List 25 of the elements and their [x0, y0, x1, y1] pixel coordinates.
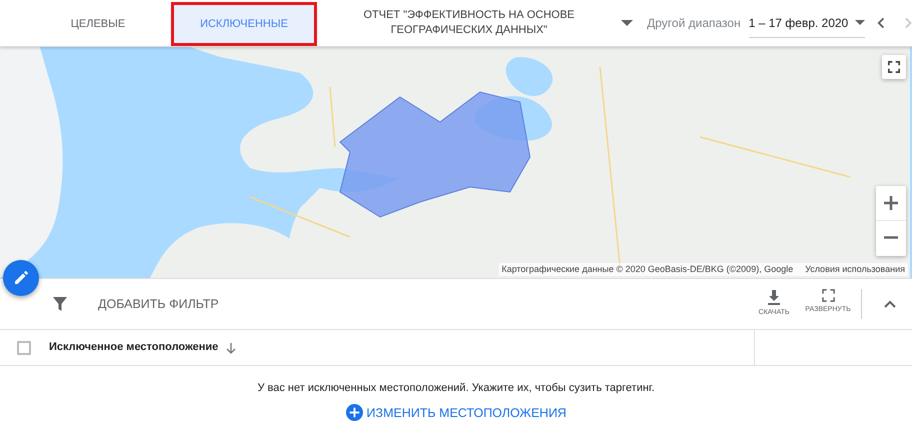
column-header[interactable]: Исключенное местоположение	[49, 339, 218, 356]
sort-arrow-icon[interactable]	[226, 342, 236, 354]
minus-icon	[883, 236, 899, 240]
expand-icon	[822, 289, 834, 302]
pencil-icon	[13, 270, 29, 286]
add-filter-button[interactable]: ДОБАВИТЬ ФИЛЬТР	[98, 294, 219, 314]
fullscreen-button[interactable]	[882, 55, 906, 79]
dropdown-icon[interactable]	[621, 20, 633, 26]
download-icon	[767, 289, 781, 306]
filter-icon[interactable]	[52, 296, 68, 312]
date-range-select[interactable]: 1 – 17 февр. 2020	[748, 8, 866, 38]
collapse-icon[interactable]	[884, 300, 896, 308]
date-range-label: Другой диапазон	[647, 15, 741, 32]
edit-locations-link[interactable]: ИЗМЕНИТЬ МЕСТОПОЛОЖЕНИЯ	[346, 404, 566, 422]
previous-icon[interactable]	[877, 17, 885, 29]
fullscreen-icon	[888, 60, 900, 74]
plus-circle-icon	[346, 404, 363, 422]
dropdown-icon	[855, 20, 866, 25]
report-title: ОТЧЕТ "ЭФФЕКТИВНОСТЬ НА ОСНОВЕ ГЕОГРАФИЧЕСКИХ ДАННЫХ"	[362, 8, 576, 38]
plus-icon	[883, 195, 899, 212]
empty-message: У вас нет исключенных местоположений. Укажите их, чтобы сузить таргетинг.	[257, 381, 655, 396]
map-attribution: Картографические данные © 2020 GeoBasis-DE/BKG (©2009), Google	[502, 262, 794, 276]
edit-button[interactable]	[3, 260, 39, 296]
terms-link[interactable]: Условия использования	[805, 262, 905, 276]
select-all-checkbox[interactable]	[17, 340, 31, 354]
